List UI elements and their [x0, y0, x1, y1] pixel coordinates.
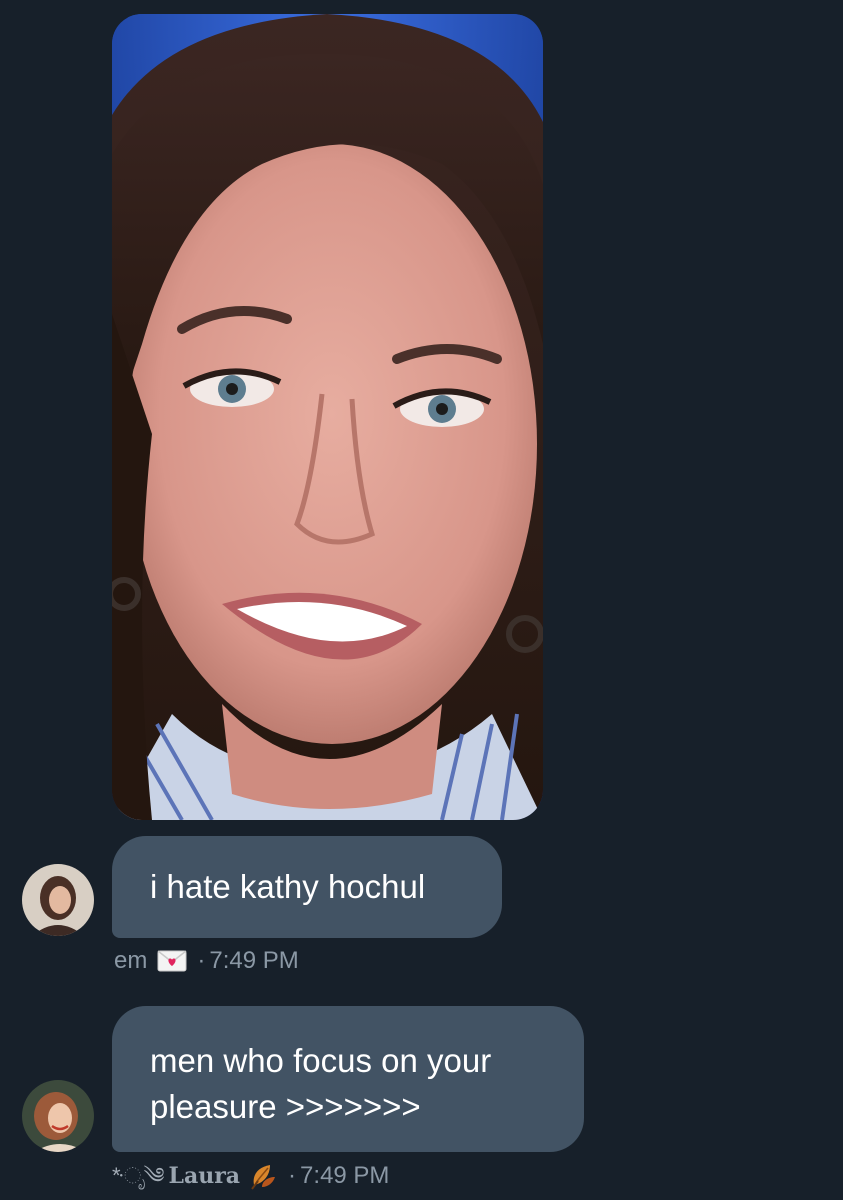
sender-name[interactable]: Laura	[168, 1161, 240, 1191]
message-meta: em · 7:49 PM	[114, 946, 299, 976]
profile-photo-icon	[22, 864, 94, 936]
love-letter-icon	[157, 950, 187, 972]
message-text-line: men who focus on your	[150, 1042, 492, 1079]
avatar-em[interactable]	[22, 864, 94, 936]
message-text-line: pleasure >>>>>>>	[150, 1088, 421, 1125]
profile-photo-icon	[22, 1080, 94, 1152]
meta-separator: ·	[197, 947, 206, 974]
meta-separator: ·	[288, 1162, 297, 1189]
message-meta: *·ೃ༄ Laura · 7:49 PM	[112, 1161, 389, 1191]
timestamp: 7:49 PM	[209, 947, 299, 974]
avatar-laura[interactable]	[22, 1080, 94, 1152]
portrait-photo	[112, 14, 543, 820]
timestamp: 7:49 PM	[300, 1162, 390, 1189]
message-text: i hate kathy hochul	[150, 868, 426, 905]
message-bubble[interactable]: men who focus on your pleasure >>>>>>>	[112, 1006, 584, 1152]
autumn-leaf-icon	[248, 1161, 278, 1191]
image-message[interactable]	[112, 14, 543, 820]
message-bubble[interactable]: i hate kathy hochul	[112, 836, 502, 938]
sender-name[interactable]: em	[114, 946, 147, 976]
sparkle-wave-decoration: *·ೃ༄	[112, 1163, 164, 1188]
dm-conversation: i hate kathy hochul em · 7:49 PM men who…	[0, 0, 843, 1200]
